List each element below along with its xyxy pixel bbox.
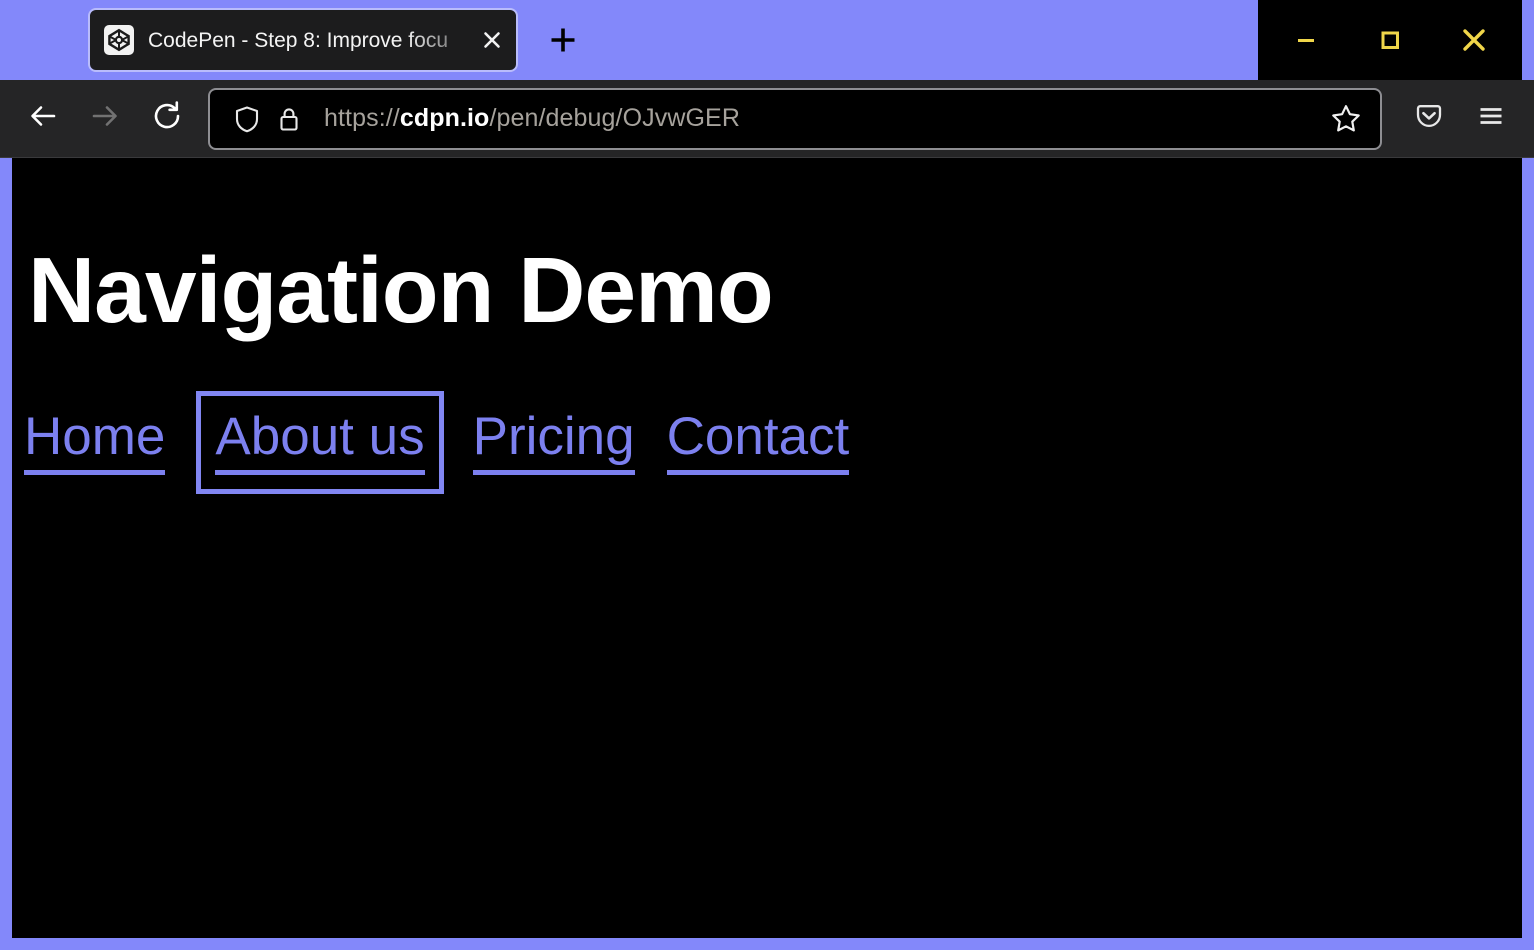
shield-icon[interactable] [230,104,264,134]
url-host: cdpn.io [400,104,490,132]
pocket-button[interactable] [1398,88,1460,150]
window-controls [1258,0,1522,80]
close-button[interactable] [1432,0,1516,80]
maximize-button[interactable] [1348,0,1432,80]
page-content: Navigation Demo Home About us Pricing Co… [12,158,1522,938]
tab-title: CodePen - Step 8: Improve focu [148,30,478,51]
url-scheme: https:// [324,104,400,132]
reload-icon [149,98,185,139]
new-tab-button[interactable] [536,13,590,67]
browser-window: CodePen - Step 8: Improve focu [0,0,1534,950]
url-text[interactable]: https://cdpn.io/pen/debug/OJvwGER [324,104,1326,133]
back-button[interactable] [12,88,74,150]
lock-icon[interactable] [272,104,306,134]
site-navigation: Home About us Pricing Contact [24,410,1522,475]
browser-tab-codepen[interactable]: CodePen - Step 8: Improve focu [88,8,518,72]
nav-link-home[interactable]: Home [24,410,165,475]
tab-close-icon[interactable] [478,26,506,54]
forward-icon [87,98,123,139]
nav-link-about-us[interactable]: About us [215,410,424,475]
page-title: Navigation Demo [28,244,1522,337]
nav-link-pricing[interactable]: Pricing [473,410,635,475]
url-path: /pen/debug/OJvwGER [489,104,740,132]
star-icon[interactable] [1326,102,1366,136]
minimize-button[interactable] [1264,0,1348,80]
pocket-icon [1412,99,1446,138]
codepen-icon [104,25,134,55]
nav-link-contact[interactable]: Contact [667,410,850,475]
navigation-toolbar: https://cdpn.io/pen/debug/OJvwGER [0,80,1534,158]
hamburger-icon [1474,99,1508,138]
app-menu-button[interactable] [1460,88,1522,150]
forward-button[interactable] [74,88,136,150]
tab-strip: CodePen - Step 8: Improve focu [0,0,1534,80]
address-bar[interactable]: https://cdpn.io/pen/debug/OJvwGER [208,88,1382,150]
back-icon [25,98,61,139]
reload-button[interactable] [136,88,198,150]
